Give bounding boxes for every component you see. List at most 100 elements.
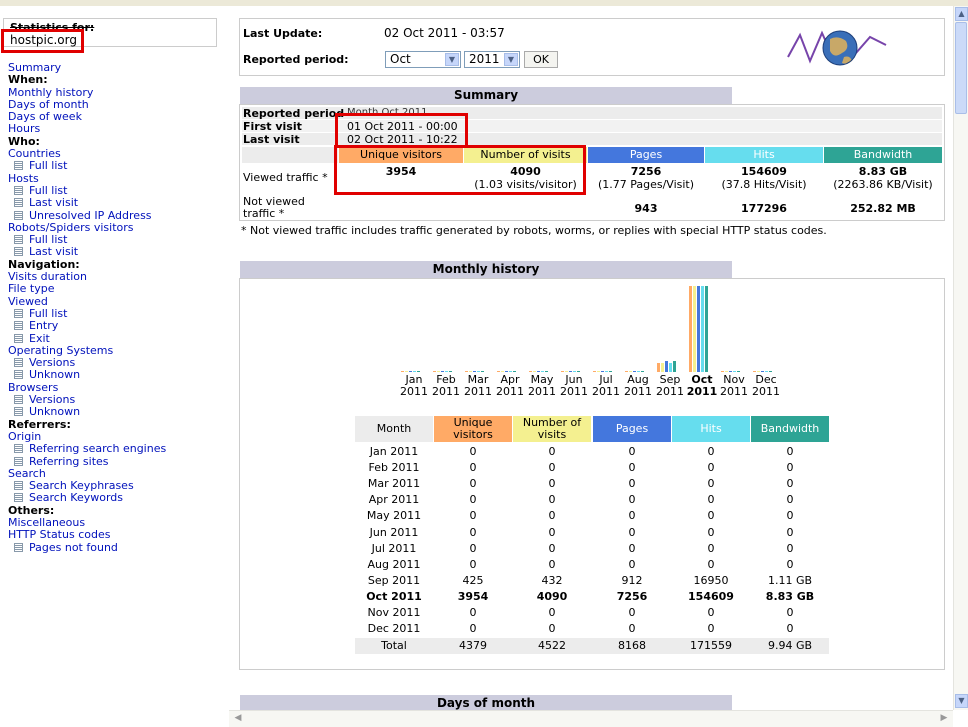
table-row: Aug 2011 0 0 0 0 0 bbox=[355, 557, 829, 573]
chart-bar bbox=[737, 371, 740, 372]
table-cell: 0 bbox=[548, 493, 556, 507]
table-cell: 0 bbox=[469, 509, 477, 523]
menu-item-file-type[interactable]: File type bbox=[8, 283, 228, 296]
chart-month-label: Apr 2011 bbox=[494, 374, 526, 398]
menu-subitem-pages-not-found[interactable]: Pages not found bbox=[8, 541, 228, 554]
monthly-header-text: Hits bbox=[700, 422, 722, 435]
monthly-chart bbox=[398, 284, 786, 372]
table-cell: 0 bbox=[548, 606, 556, 619]
table-cell: 0 bbox=[548, 477, 556, 491]
chart-bar bbox=[413, 371, 416, 372]
menu-subitem-last-visit[interactable]: Last visit bbox=[8, 246, 228, 259]
scroll-right-icon[interactable]: ▶ bbox=[937, 712, 951, 725]
chart-month-label: May 2011 bbox=[526, 374, 558, 398]
menu-heading: When: bbox=[8, 73, 48, 87]
chart-bar bbox=[769, 371, 772, 372]
menu-subitem-referring-sites[interactable]: Referring sites bbox=[8, 455, 228, 468]
menu-subitem-unknown[interactable]: Unknown bbox=[8, 406, 228, 419]
chevron-down-icon[interactable]: ▼ bbox=[445, 53, 459, 66]
menu-subitem-entry[interactable]: Entry bbox=[8, 319, 228, 332]
chevron-down-icon[interactable]: ▼ bbox=[504, 53, 518, 66]
chart-bar bbox=[481, 371, 484, 372]
menu-item-hours[interactable]: Hours bbox=[8, 123, 228, 136]
table-cell: 0 bbox=[548, 525, 556, 539]
chart-bar bbox=[569, 371, 572, 372]
scroll-up-icon[interactable]: ▲ bbox=[955, 7, 968, 21]
table-cell: 0 bbox=[628, 557, 636, 571]
menu-subitem-last-visit[interactable]: Last visit bbox=[8, 196, 228, 209]
chart-bar bbox=[625, 371, 628, 372]
table-cell: 0 bbox=[469, 622, 477, 636]
chart-bar bbox=[473, 371, 476, 372]
chart-bar bbox=[477, 371, 480, 372]
menu-subitem-unknown[interactable]: Unknown bbox=[8, 369, 228, 382]
table-row: Mar 2011 0 0 0 0 0 bbox=[355, 476, 829, 492]
month-select[interactable]: Oct ▼ bbox=[385, 51, 461, 68]
chart-bar bbox=[561, 371, 564, 372]
monthly-header-cell: Pages bbox=[593, 416, 671, 442]
menu-subitem-search-keywords[interactable]: Search Keywords bbox=[8, 492, 228, 505]
menu-item-days-of-week[interactable]: Days of week bbox=[8, 110, 228, 123]
chart-year-name: 2011 bbox=[720, 385, 748, 398]
chart-bar bbox=[537, 371, 540, 372]
scroll-thumb[interactable] bbox=[955, 22, 967, 114]
table-cell: 0 bbox=[786, 606, 794, 619]
site-name: hostpic.org bbox=[10, 33, 77, 47]
table-cell: 0 bbox=[707, 622, 715, 636]
chart-bar bbox=[729, 371, 732, 372]
table-row: Apr 2011 0 0 0 0 0 bbox=[355, 492, 829, 508]
reported-period-row-label: Reported period bbox=[243, 107, 345, 120]
chart-month-label: Nov 2011 bbox=[718, 374, 750, 398]
last-update-label: Last Update: bbox=[243, 27, 323, 40]
viewed-bandwidth: 8.83 GB bbox=[858, 165, 908, 178]
chart-bar bbox=[761, 371, 764, 372]
viewed-pages: 7256 bbox=[630, 165, 662, 178]
menu-subitem-full-list[interactable]: Full list bbox=[8, 160, 228, 173]
table-cell: 0 bbox=[628, 622, 636, 636]
chart-year-name: 2011 bbox=[528, 385, 556, 398]
chart-year-name: 2011 bbox=[432, 385, 460, 398]
chart-bar bbox=[565, 371, 568, 372]
table-row: Jun 2011 0 0 0 0 0 bbox=[355, 525, 829, 541]
menu-subitem-exit[interactable]: Exit bbox=[8, 332, 228, 345]
table-cell: May 2011 bbox=[366, 509, 422, 523]
monthly-header-cell: Number of visits bbox=[513, 416, 591, 442]
menu-item-http-status-codes[interactable]: HTTP Status codes bbox=[8, 528, 228, 541]
table-total-cell: 4522 bbox=[538, 639, 566, 653]
vertical-scrollbar[interactable]: ▲ ▼ bbox=[953, 6, 968, 710]
year-select-value: 2011 bbox=[469, 52, 500, 66]
table-cell: 3954 bbox=[457, 589, 489, 603]
chart-month-label: Sep 2011 bbox=[654, 374, 686, 398]
viewed-visits-sub: (1.03 visits/visitor) bbox=[474, 178, 577, 191]
table-cell: 0 bbox=[628, 493, 636, 507]
scroll-down-icon[interactable]: ▼ bbox=[955, 694, 968, 708]
table-cell: 0 bbox=[707, 493, 715, 507]
table-cell: Apr 2011 bbox=[368, 493, 420, 507]
table-cell: 0 bbox=[548, 461, 556, 475]
table-cell: 0 bbox=[548, 509, 556, 523]
scroll-left-icon[interactable]: ◀ bbox=[231, 712, 245, 725]
table-cell: Feb 2011 bbox=[368, 461, 420, 475]
chart-bar bbox=[721, 371, 724, 372]
year-select[interactable]: 2011 ▼ bbox=[464, 51, 520, 68]
chart-bar bbox=[409, 371, 412, 372]
summary-header-row: Unique visitors Number of visits Pages H… bbox=[242, 147, 942, 163]
menu-subitem-unresolved-ip-address[interactable]: Unresolved IP Address bbox=[8, 209, 228, 222]
awstats-logo-icon bbox=[787, 30, 887, 66]
table-cell: 16950 bbox=[693, 573, 729, 587]
table-cell: 0 bbox=[628, 461, 636, 475]
monthly-header-cell: Bandwidth bbox=[751, 416, 829, 442]
monthly-header-text: Number of visits bbox=[522, 416, 582, 441]
chart-bar bbox=[753, 371, 756, 372]
chart-bar bbox=[629, 371, 632, 372]
chart-year-name: 2011 bbox=[592, 385, 620, 398]
ok-button[interactable]: OK bbox=[524, 51, 558, 68]
table-cell: 0 bbox=[786, 557, 794, 571]
menu-subitem-referring-search-engines[interactable]: Referring search engines bbox=[8, 442, 228, 455]
table-cell: Sep 2011 bbox=[367, 573, 421, 587]
chart-month-label: Feb 2011 bbox=[430, 374, 462, 398]
stats-for-box: Statistics for: hostpic.org bbox=[3, 18, 217, 47]
horizontal-scrollbar[interactable]: ◀ ▶ bbox=[229, 710, 953, 727]
table-cell: 1.11 GB bbox=[767, 573, 813, 587]
table-cell: 0 bbox=[707, 525, 715, 539]
